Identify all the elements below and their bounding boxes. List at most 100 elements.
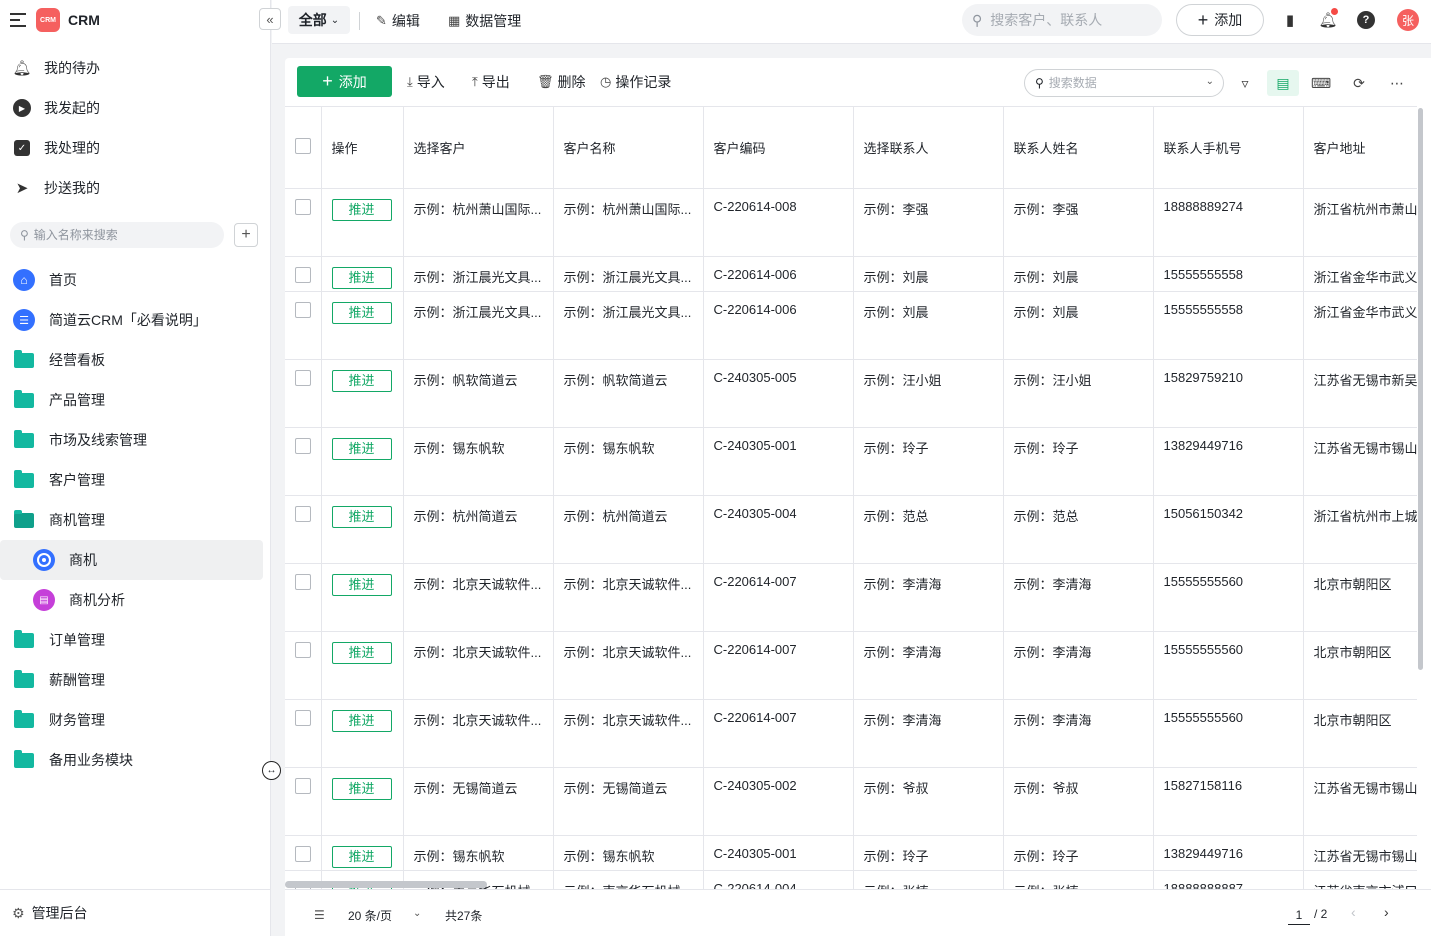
table-row[interactable]: 推进 示例：杭州萧山国际... 示例：杭州萧山国际... C-220614-008 示例… [285, 188, 1417, 257]
sidebar-item-guide[interactable]: ☰ 简道云CRM「必看说明」 [0, 300, 263, 340]
table-cell: 示例：爷叔 [853, 767, 1004, 836]
row-checkbox[interactable] [294, 301, 311, 318]
select-all-checkbox[interactable] [294, 137, 311, 154]
push-forward-button[interactable]: 推进 [331, 301, 392, 324]
delete-button[interactable]: 🗑︎ 删除 [537, 72, 586, 92]
table-row[interactable]: 推进 示例：浙江晨光文具... 示例：浙江晨光文具... C-220614-006 示例… [285, 291, 1417, 360]
horizontal-scrollbar[interactable] [285, 881, 487, 888]
row-checkbox[interactable] [294, 437, 311, 454]
global-add-button[interactable]: + 添加 [1176, 4, 1264, 36]
sidebar-item-orders[interactable]: 订单管理 [0, 620, 263, 660]
folder-icon [13, 469, 35, 491]
chevron-down-icon[interactable]: ⌄ [413, 908, 421, 919]
row-checkbox[interactable] [294, 573, 311, 590]
push-forward-button[interactable]: 推进 [331, 198, 392, 221]
vertical-scrollbar[interactable] [1418, 108, 1423, 670]
push-forward-button[interactable]: 推进 [331, 505, 392, 528]
push-forward-button[interactable]: 推进 [331, 777, 392, 800]
column-header[interactable]: 联系人姓名 [1003, 107, 1154, 189]
column-header[interactable]: 客户编码 [703, 107, 854, 189]
push-forward-button[interactable]: 推进 [331, 369, 392, 392]
table-row[interactable]: 推进 示例：北京天诚软件... 示例：北京天诚软件... C-220614-007 示例… [285, 699, 1417, 768]
row-select-cell [285, 256, 322, 292]
menu-icon[interactable] [10, 13, 26, 27]
sidebar-item-opportunity-analysis[interactable]: ▤ 商机分析 [0, 580, 263, 620]
table-row[interactable]: 推进 示例：杭州简道云 示例：杭州简道云 C-240305-004 示例：范总 示例：范总… [285, 495, 1417, 564]
row-checkbox[interactable] [294, 845, 311, 862]
chevron-down-icon[interactable]: ⌄ [1206, 76, 1214, 87]
column-header[interactable]: 客户地址 [1303, 107, 1417, 189]
table-row[interactable]: 推进 示例：帆软简道云 示例：帆软简道云 C-240305-005 示例：汪小姐 示例：汪… [285, 359, 1417, 428]
current-page-input[interactable]: 1 [1288, 905, 1310, 925]
more-icon[interactable]: ⋯ [1381, 70, 1413, 96]
row-checkbox[interactable] [294, 198, 311, 215]
help-icon[interactable]: ? [1356, 10, 1376, 30]
import-button[interactable]: ⤓ 导入 [407, 72, 445, 92]
card-view-icon[interactable]: ▤ [1267, 70, 1299, 96]
sidebar-item-dashboard[interactable]: 经营看板 [0, 340, 263, 380]
quick-item-handled[interactable]: ✓ 我处理的 [12, 136, 100, 160]
chevron-left-icon[interactable]: ‹ [1351, 904, 1356, 920]
admin-link[interactable]: ⚙ 管理后台 [0, 889, 271, 936]
filter-icon[interactable]: ▿ [1229, 70, 1261, 96]
push-forward-button[interactable]: 推进 [331, 709, 392, 732]
data-manage-button[interactable]: ▦ 数据管理 [448, 10, 521, 32]
table-row[interactable]: 推进 示例：锡东帆软 示例：锡东帆软 C-240305-001 示例：玲子 示例：玲子 13… [285, 427, 1417, 496]
table-cell: 北京市朝阳区 [1303, 563, 1417, 632]
history-button[interactable]: ◷ 操作记录 [600, 72, 671, 92]
tree-view-icon[interactable]: ☰ [314, 908, 325, 922]
row-checkbox[interactable] [294, 266, 311, 283]
sidebar-item-payroll[interactable]: 薪酬管理 [0, 660, 263, 700]
quick-item-todo[interactable]: 🔔︎ 我的待办 [12, 56, 100, 80]
sidebar-item-products[interactable]: 产品管理 [0, 380, 263, 420]
column-header[interactable]: 客户名称 [553, 107, 704, 189]
sidebar-item-opportunity[interactable]: 商机 [0, 540, 263, 580]
row-checkbox[interactable] [294, 505, 311, 522]
page-size-select[interactable]: 20 条/页 [348, 907, 392, 924]
collapse-sidebar-button[interactable]: « [259, 8, 281, 30]
table-row[interactable]: 推进 示例：无锡简道云 示例：无锡简道云 C-240305-002 示例：爷叔 示例：爷叔… [285, 767, 1417, 836]
refresh-icon[interactable]: ⟳ [1343, 70, 1375, 96]
table-row[interactable]: 推进 示例：北京天诚软件... 示例：北京天诚软件... C-220614-007 示例… [285, 563, 1417, 632]
sidebar-item-home[interactable]: ⌂ 首页 [0, 260, 263, 300]
sidebar-item-backup[interactable]: 备用业务模块 [0, 740, 263, 780]
row-checkbox[interactable] [294, 777, 311, 794]
quick-item-cc[interactable]: ➤ 抄送我的 [12, 176, 100, 200]
export-button[interactable]: ⤒ 导出 [472, 72, 510, 92]
book-icon[interactable]: ▮ [1280, 10, 1300, 30]
sidebar-item-customers[interactable]: 客户管理 [0, 460, 263, 500]
push-forward-button[interactable]: 推进 [331, 437, 392, 460]
resize-handle[interactable]: ↔ [262, 761, 281, 780]
row-checkbox[interactable] [294, 641, 311, 658]
chevron-right-icon[interactable]: › [1384, 904, 1389, 920]
table-cell: 示例：锡东帆软 [403, 427, 554, 496]
scope-dropdown[interactable]: 全部 ⌄ [288, 6, 350, 34]
add-menu-button[interactable]: + [234, 223, 258, 247]
avatar[interactable]: 张 [1397, 9, 1419, 31]
sidebar-item-finance[interactable]: 财务管理 [0, 700, 263, 740]
add-record-button[interactable]: + 添加 [297, 66, 392, 97]
quick-item-initiated[interactable]: ▶ 我发起的 [12, 96, 100, 120]
row-checkbox[interactable] [294, 369, 311, 386]
sidebar-item-opportunities[interactable]: 商机管理 [0, 500, 263, 540]
plus-icon: + [241, 226, 251, 243]
table-row[interactable]: 推进 示例：北京天诚软件... 示例：北京天诚软件... C-220614-007 示例… [285, 631, 1417, 700]
data-search-input[interactable] [1048, 76, 1189, 90]
notification-bell-icon[interactable]: 🔔︎ [1318, 8, 1338, 30]
select-all-cell [285, 107, 322, 189]
sidebar-item-marketing[interactable]: 市场及线索管理 [0, 420, 263, 460]
edit-button[interactable]: ✎ 编辑 [376, 10, 420, 32]
push-forward-button[interactable]: 推进 [331, 266, 392, 289]
keyboard-icon[interactable]: ⌨ [1305, 70, 1337, 96]
push-forward-button[interactable]: 推进 [331, 573, 392, 596]
table-row[interactable]: 推进 示例：锡东帆软 示例：锡东帆软 C-240305-001 示例：玲子 示例：玲子 13… [285, 835, 1417, 871]
column-header[interactable]: 选择联系人 [853, 107, 1004, 189]
table-row[interactable]: 推进 示例：浙江晨光文具... 示例：浙江晨光文具... C-220614-006 示例… [285, 256, 1417, 292]
global-search-input[interactable] [990, 12, 1141, 28]
push-forward-button[interactable]: 推进 [331, 845, 392, 868]
sidebar-search-input[interactable] [33, 228, 204, 242]
column-header[interactable]: 联系人手机号 [1153, 107, 1304, 189]
row-checkbox[interactable] [294, 709, 311, 726]
column-header[interactable]: 选择客户 [403, 107, 554, 189]
push-forward-button[interactable]: 推进 [331, 641, 392, 664]
